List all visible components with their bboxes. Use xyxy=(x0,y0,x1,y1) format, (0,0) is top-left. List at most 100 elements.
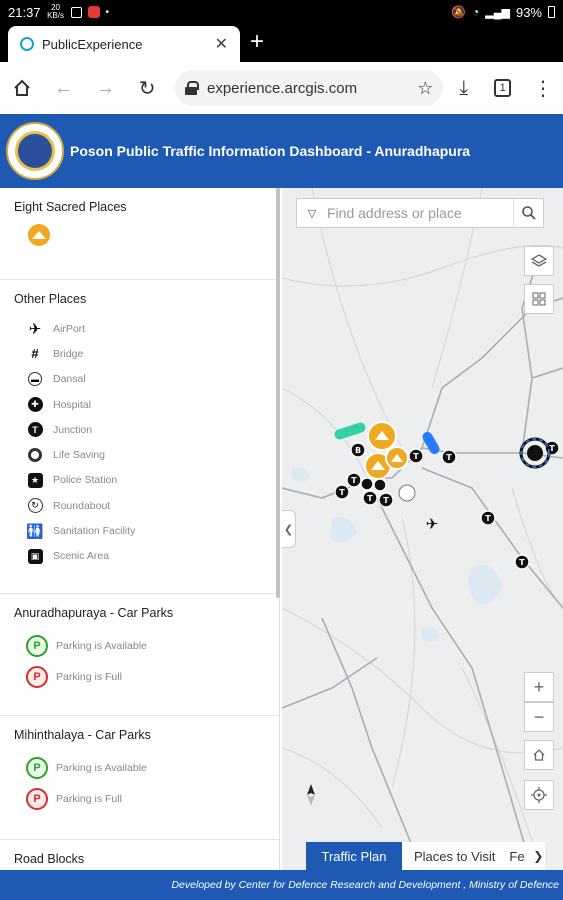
section-title: Eight Sacred Places xyxy=(14,200,127,214)
parking-available-icon: P xyxy=(26,634,48,657)
dansal-icon: ▬ xyxy=(26,370,44,388)
svg-text:T: T xyxy=(519,558,525,567)
airport-icon: ✈ xyxy=(28,320,42,338)
address-bar[interactable]: experience.arcgis.com ☆ xyxy=(175,70,444,106)
compass-icon[interactable] xyxy=(300,780,322,810)
star-icon[interactable]: ☆ xyxy=(417,78,433,99)
parking-available-icon: P xyxy=(26,756,48,779)
browser-tab[interactable]: PublicExperience ✕ xyxy=(8,26,240,62)
url-text[interactable]: experience.arcgis.com xyxy=(207,80,407,97)
sanitation-icon: 🚻 xyxy=(26,522,44,539)
home-extent-icon[interactable] xyxy=(524,740,554,770)
search-bar[interactable]: ▽ Find address or place xyxy=(296,198,544,228)
svg-text:T: T xyxy=(351,476,357,485)
legend-item: T Junction xyxy=(14,417,265,442)
logo xyxy=(6,122,64,180)
tab-traffic-plan[interactable]: Traffic Plan xyxy=(306,842,402,870)
legend-section-other: Other Places ✈ AirPort # Bridge ▬ Dansal ✚ H… xyxy=(0,280,279,594)
legend-item: # Bridge xyxy=(14,341,265,366)
favicon-icon xyxy=(20,37,34,51)
close-tab-icon[interactable]: ✕ xyxy=(215,34,228,54)
footer: Developed by Center for Defence Research… xyxy=(0,870,563,900)
layers-icon[interactable] xyxy=(524,246,554,276)
search-input[interactable]: Find address or place xyxy=(327,205,513,221)
new-tab-icon[interactable]: + xyxy=(250,28,264,56)
zoom-in-icon[interactable]: + xyxy=(524,672,554,702)
legend-item: ★ Police Station xyxy=(14,468,265,493)
legend-section-road-blocks: Road Blocks xyxy=(0,840,279,870)
battery-icon xyxy=(548,6,555,18)
map-canvas: T TT TT T TTB T ✈ xyxy=(282,188,563,870)
zoom-out-icon[interactable]: − xyxy=(524,702,554,732)
life-saving-icon xyxy=(26,446,44,464)
network-speed: 20 KB/s xyxy=(47,3,64,20)
svg-text:T: T xyxy=(485,514,491,523)
lock-icon xyxy=(185,81,199,95)
download-icon[interactable]: ⤓ xyxy=(459,77,468,100)
page-title: Poson Public Traffic Information Dashboa… xyxy=(70,143,471,159)
legend-item: 🚻 Sanitation Facility xyxy=(26,522,136,539)
basemap-gallery-icon[interactable] xyxy=(524,284,554,314)
legend-section-anuradhapura: Anuradhapuraya - Car Parks P Parking is A… xyxy=(0,594,279,716)
section-title: Road Blocks xyxy=(14,852,85,866)
legend-item: ✈ AirPort xyxy=(14,316,265,341)
map-view[interactable]: TTT TTT TTB T ✈ ▽ Find address or place … xyxy=(282,188,563,870)
svg-text:✈: ✈ xyxy=(426,516,439,533)
tab-strip: PublicExperience ✕ + xyxy=(0,24,563,62)
tab-title: PublicExperience xyxy=(42,36,143,52)
svg-text:T: T xyxy=(413,452,419,461)
legend-item: P Parking is Available xyxy=(14,630,265,661)
legend-item: P Parking is Available xyxy=(14,752,265,783)
chevron-right-icon[interactable]: ❯ xyxy=(531,842,546,870)
search-source-dropdown[interactable]: ▽ xyxy=(297,207,327,220)
reload-icon[interactable]: ↻ xyxy=(135,75,159,101)
browser-toolbar: ← → ↻ experience.arcgis.com ☆ ⤓ 1 ⋮ xyxy=(0,62,563,114)
search-icon[interactable] xyxy=(513,199,543,227)
svg-text:T: T xyxy=(367,494,373,503)
police-station-icon: ★ xyxy=(26,471,44,489)
signal-icon: ▂▄▆ xyxy=(485,6,510,19)
bridge-icon: # xyxy=(31,346,39,362)
home-icon[interactable] xyxy=(10,75,34,101)
legend-panel: Eight Sacred Places Other Places ✈ AirPor… xyxy=(0,188,280,870)
hospital-icon: ✚ xyxy=(26,396,44,414)
scenic-area-icon: ▣ xyxy=(26,547,44,565)
legend-section-sacred: Eight Sacred Places xyxy=(0,188,279,280)
app-header: Poson Public Traffic Information Dashboa… xyxy=(0,114,563,188)
collapse-panel-button[interactable]: ❮ xyxy=(282,510,296,548)
gallery-notification-icon xyxy=(70,6,82,18)
legend-item: P Parking is Full xyxy=(14,661,265,692)
app-notification-icon xyxy=(87,6,100,18)
tab-count[interactable]: 1 xyxy=(494,79,512,97)
battery-text: 93% xyxy=(515,4,542,20)
legend-item: Life Saving xyxy=(14,442,265,467)
roundabout-icon: ↻ xyxy=(26,497,44,515)
map-tab-bar: Traffic Plan Places to Visit Fe ❯ xyxy=(306,842,563,870)
section-title: Other Places xyxy=(14,292,87,306)
mute-icon: 🔕 xyxy=(451,5,466,19)
parking-full-icon: P xyxy=(26,665,48,688)
junction-icon: T xyxy=(26,421,44,439)
status-time: 21:37 xyxy=(8,4,41,20)
legend-item: ↻ Roundabout xyxy=(14,493,265,518)
menu-icon[interactable]: ⋮ xyxy=(533,76,553,101)
section-title: Anuradhapuraya - Car Parks xyxy=(14,606,174,620)
legend-item: ✚ Hospital xyxy=(14,392,265,417)
legend-item: ▣ Scenic Area xyxy=(14,544,265,569)
tab-places-to-visit[interactable]: Places to Visit xyxy=(402,842,508,870)
wifi-icon: ◔ xyxy=(472,5,480,19)
legend-item: P Parking is Full xyxy=(14,783,265,814)
svg-text:B: B xyxy=(355,446,361,455)
svg-text:T: T xyxy=(383,496,389,505)
locate-icon[interactable] xyxy=(524,780,554,810)
dot-icon: • xyxy=(105,6,110,18)
back-icon[interactable]: ← xyxy=(52,75,76,101)
svg-text:T: T xyxy=(446,453,452,462)
legend-item: ▬ Dansal xyxy=(14,367,265,392)
forward-icon[interactable]: → xyxy=(94,75,118,101)
status-bar: 21:37 20 KB/s • 🔕 ◔ ▂▄▆ 93% xyxy=(0,0,563,24)
legend-scrollbar[interactable] xyxy=(276,188,280,598)
stupa-icon xyxy=(28,224,50,246)
tab-partial[interactable]: Fe xyxy=(507,842,532,870)
section-title: Mihinthalaya - Car Parks xyxy=(14,728,151,742)
